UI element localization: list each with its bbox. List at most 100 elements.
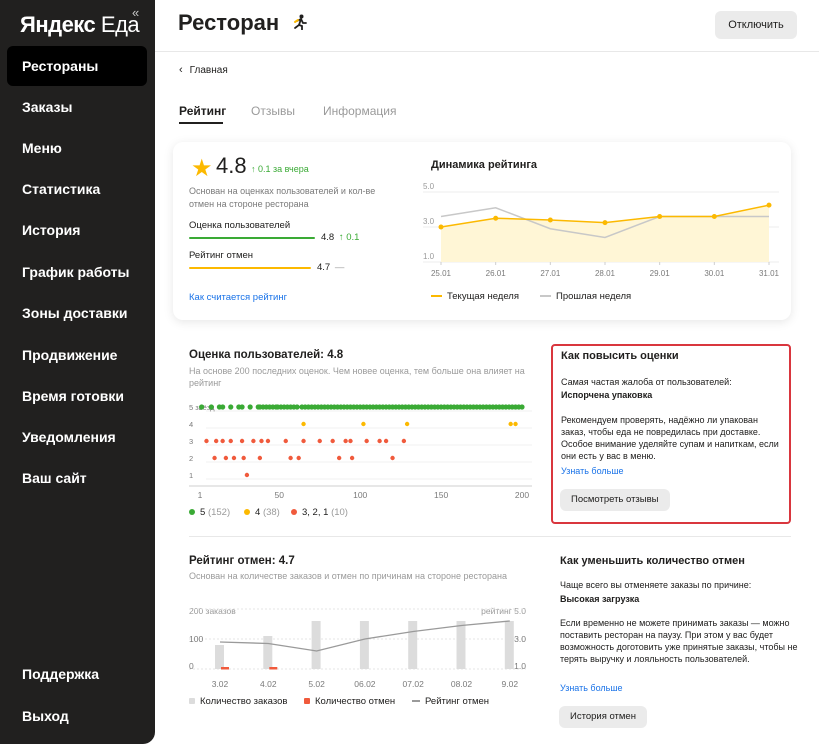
rating-low-point — [283, 438, 288, 444]
sidebar-item-schedule[interactable]: График работы — [7, 252, 147, 292]
sidebar-item-support[interactable]: Поддержка — [7, 654, 147, 694]
orders-bar — [456, 621, 466, 669]
orders-bar — [311, 621, 321, 669]
rating-low-point — [317, 438, 322, 444]
y-tick-label: 1 — [189, 471, 193, 480]
sidebar-item-your-site[interactable]: Ваш сайт — [7, 458, 147, 498]
rating-low-point — [349, 455, 355, 461]
rating-low-point — [296, 455, 301, 461]
top-header: Ресторан Отключить — [155, 0, 819, 52]
legend-last-week: Прошлая неделя — [540, 291, 631, 302]
tip-body: Рекомендуем проверять, надёжно ли упаков… — [561, 415, 779, 461]
rating-card: ★ 4.8 ↑ 0.1 за вчера Основан на оценках … — [173, 142, 791, 320]
rating-low-point — [336, 455, 342, 461]
view-reviews-button[interactable]: Посмотреть отзывы — [560, 489, 670, 511]
rating-low-point — [241, 455, 246, 461]
orders-bar — [408, 621, 418, 669]
rating-low-point — [330, 438, 335, 444]
sidebar-item-notifications[interactable]: Уведомления — [7, 417, 147, 457]
tip-complaint-value: Испорчена упаковка — [561, 390, 653, 400]
collapse-sidebar-icon[interactable]: « — [132, 5, 139, 20]
breadcrumb-label: Главная — [189, 65, 228, 76]
improve-ratings-tip: Как повысить оценки Самая частая жалоба … — [551, 344, 791, 524]
x-tick-label: 29.01 — [650, 269, 671, 278]
user-rating-value: 4.8 ↑ 0.1 — [321, 232, 360, 243]
overall-rating: 4.8 — [216, 153, 247, 178]
sidebar-item-delivery-zones[interactable]: Зоны доставки — [7, 293, 147, 333]
rating-description: Основан на оценках пользователей и кол-в… — [189, 186, 376, 209]
reduce-cancels-body: Если временно не можете принимать заказы… — [560, 618, 798, 664]
rating-low-point — [390, 455, 395, 461]
rating-low-point — [239, 438, 245, 444]
rating-5-point — [208, 404, 214, 410]
chevron-left-icon: ‹ — [179, 64, 183, 76]
current-week-point — [766, 202, 772, 208]
x-tick-label: 9.02 — [502, 679, 519, 689]
sidebar-item-orders[interactable]: Заказы — [7, 87, 147, 127]
y-tick-label: 3 — [189, 437, 193, 446]
x-tick-label: 100 — [353, 490, 367, 500]
tab-active-indicator — [179, 122, 223, 124]
current-week-point — [493, 215, 499, 221]
reduce-cancels-label: Чаще всего вы отменяете заказы по причин… — [560, 580, 752, 590]
rating-low-point — [348, 438, 353, 444]
cancel-rating-title: Рейтинг отмен: 4.7 — [189, 555, 295, 567]
section-divider — [189, 536, 791, 537]
right-tick-label: 1.0 — [514, 661, 526, 671]
sidebar-item-history[interactable]: История — [7, 210, 147, 250]
how-rating-calculated-link[interactable]: Как считается рейтинг — [189, 292, 287, 303]
legend-4-stars: 4 (38) — [244, 507, 280, 518]
cancel-rating-label: Рейтинг отмен — [189, 250, 254, 261]
sidebar-item-cooking-time[interactable]: Время готовки — [7, 376, 147, 416]
x-tick-label: 3.02 — [212, 679, 229, 689]
sidebar-item-menu[interactable]: Меню — [7, 128, 147, 168]
disable-button[interactable]: Отключить — [715, 11, 797, 39]
rating-5-point — [519, 404, 525, 410]
logo-brand: Яндекс — [20, 12, 96, 37]
rating-low-point — [228, 438, 233, 444]
rating-low-point — [251, 438, 256, 444]
tip-complaint-label: Самая частая жалоба от пользователей: — [561, 377, 732, 387]
reduce-cancels-title: Как уменьшить количество отмен — [560, 555, 745, 567]
current-week-point — [711, 214, 717, 219]
page-title: Ресторан — [178, 10, 280, 35]
sidebar-item-logout[interactable]: Выход — [7, 696, 147, 736]
tab-info[interactable]: Информация — [323, 104, 396, 118]
cancel-history-button[interactable]: История отмен — [559, 706, 647, 728]
reduce-cancels-learn-more-link[interactable]: Узнать больше — [560, 682, 623, 694]
rating-4-point — [361, 421, 366, 427]
sidebar-item-promotion[interactable]: Продвижение — [7, 335, 147, 375]
y-tick-label: 3.0 — [423, 217, 435, 226]
rating-5-point — [199, 404, 205, 410]
current-week-point — [657, 214, 663, 219]
y-tick-label: 1.0 — [423, 252, 435, 261]
running-person-icon — [293, 14, 307, 35]
rating-low-point — [212, 455, 217, 461]
rating-dynamics-title: Динамика рейтинга — [431, 159, 538, 171]
tip-title: Как повысить оценки — [561, 350, 679, 362]
rating-low-point — [220, 438, 225, 444]
legend-cancel-rating: Рейтинг отмен — [412, 696, 489, 707]
orders-bar — [263, 636, 273, 669]
sidebar-item-statistics[interactable]: Статистика — [7, 169, 147, 209]
sidebar-item-restaurants[interactable]: Рестораны — [7, 46, 147, 86]
x-tick-label: 31.01 — [759, 269, 780, 278]
orders-bar — [504, 621, 514, 669]
tip-learn-more-link[interactable]: Узнать больше — [561, 465, 624, 477]
x-tick-label: 08.02 — [451, 679, 473, 689]
tab-rating[interactable]: Рейтинг — [179, 104, 226, 118]
orders-bar — [359, 621, 369, 669]
legend-orders-count: Количество заказов — [189, 696, 287, 707]
breadcrumb[interactable]: ‹ Главная — [179, 64, 228, 76]
rating-low-point — [257, 455, 263, 461]
legend-5-stars: 5 (152) — [189, 507, 230, 518]
y-tick-label: 2 — [189, 454, 193, 463]
current-week-point — [547, 217, 553, 223]
tab-reviews[interactable]: Отзывы — [251, 104, 295, 118]
rating-low-point — [401, 438, 407, 444]
current-week-area — [441, 205, 769, 262]
cancel-rating-value: 4.7 — — [317, 262, 345, 273]
right-tick-label: 3.0 — [514, 634, 526, 644]
x-tick-label: 50 — [275, 490, 285, 500]
x-tick-label: 26.01 — [486, 269, 507, 278]
